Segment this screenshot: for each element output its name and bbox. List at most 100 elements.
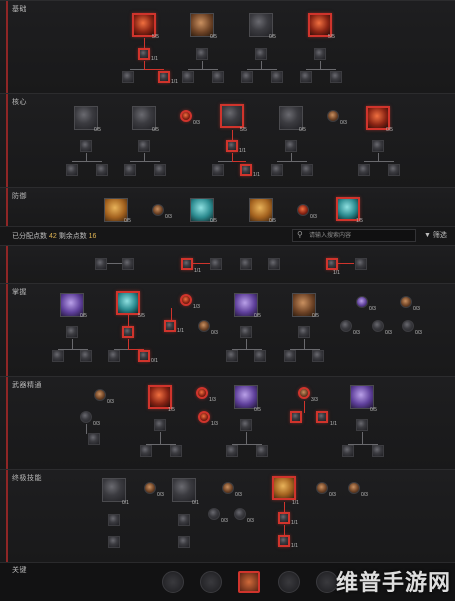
modifier-node[interactable] (52, 350, 64, 362)
modifier-node[interactable] (300, 71, 312, 83)
modifier-node[interactable] (268, 258, 280, 270)
modifier-node[interactable] (66, 164, 78, 176)
modifier-node[interactable] (138, 350, 150, 362)
skill-node[interactable] (222, 482, 234, 494)
modifier-node[interactable] (212, 71, 224, 83)
skill-node[interactable] (327, 110, 339, 122)
skill-node[interactable] (94, 389, 106, 401)
modifier-node[interactable] (316, 411, 328, 423)
skill-node[interactable] (400, 296, 412, 308)
modifier-node[interactable] (388, 164, 400, 176)
modifier-node[interactable] (255, 48, 267, 60)
modifier-node[interactable] (122, 326, 134, 338)
modifier-node[interactable] (108, 536, 120, 548)
modifier-node[interactable] (178, 536, 190, 548)
skill-node[interactable] (180, 294, 192, 306)
modifier-node[interactable] (66, 326, 78, 338)
modifier-node[interactable] (240, 164, 252, 176)
skill-node[interactable] (144, 482, 156, 494)
modifier-node[interactable] (80, 350, 92, 362)
modifier-node[interactable] (226, 445, 238, 457)
modifier-node[interactable] (158, 71, 170, 83)
modifier-node[interactable] (372, 320, 384, 332)
skill-node[interactable] (234, 385, 258, 409)
modifier-node[interactable] (312, 350, 324, 362)
modifier-node[interactable] (330, 71, 342, 83)
modifier-node[interactable] (240, 258, 252, 270)
modifier-node[interactable] (226, 350, 238, 362)
modifier-node[interactable] (290, 411, 302, 423)
skill-node[interactable] (116, 291, 140, 315)
modifier-node[interactable] (358, 164, 370, 176)
modifier-node[interactable] (80, 411, 92, 423)
modifier-node[interactable] (80, 140, 92, 152)
modifier-node[interactable] (124, 164, 136, 176)
modifier-node[interactable] (402, 320, 414, 332)
skill-node[interactable] (350, 385, 374, 409)
search-input[interactable] (309, 231, 413, 240)
skill-node[interactable] (180, 110, 192, 122)
modifier-node[interactable] (181, 258, 193, 270)
key-passive-slot[interactable] (316, 571, 338, 593)
skill-node[interactable] (316, 482, 328, 494)
skill-node[interactable] (297, 204, 309, 216)
key-passive-slot[interactable] (200, 571, 222, 593)
key-passive-slot[interactable] (278, 571, 300, 593)
modifier-node[interactable] (254, 350, 266, 362)
modifier-node[interactable] (196, 48, 208, 60)
modifier-node[interactable] (372, 445, 384, 457)
modifier-node[interactable] (108, 514, 120, 526)
modifier-node[interactable] (198, 320, 210, 332)
modifier-node[interactable] (140, 445, 152, 457)
modifier-node[interactable] (138, 140, 150, 152)
skill-node[interactable] (220, 104, 244, 128)
modifier-node[interactable] (340, 320, 352, 332)
modifier-node[interactable] (271, 71, 283, 83)
modifier-node[interactable] (226, 140, 238, 152)
modifier-node[interactable] (240, 419, 252, 431)
modifier-node[interactable] (284, 350, 296, 362)
modifier-node[interactable] (154, 164, 166, 176)
modifier-node[interactable] (198, 411, 210, 423)
modifier-node[interactable] (372, 140, 384, 152)
modifier-node[interactable] (170, 445, 182, 457)
modifier-node[interactable] (298, 326, 310, 338)
modifier-node[interactable] (122, 258, 134, 270)
modifier-node[interactable] (96, 164, 108, 176)
modifier-node[interactable] (278, 512, 290, 524)
modifier-node[interactable] (122, 71, 134, 83)
skill-node[interactable] (298, 387, 310, 399)
skill-node[interactable] (148, 385, 172, 409)
key-passive-slot[interactable] (162, 571, 184, 593)
skill-node[interactable] (102, 478, 126, 502)
modifier-node[interactable] (342, 445, 354, 457)
modifier-node[interactable] (256, 445, 268, 457)
skill-node[interactable] (356, 296, 368, 308)
skill-node[interactable] (348, 482, 360, 494)
key-passive-slot-selected[interactable] (238, 571, 260, 593)
modifier-node[interactable] (210, 258, 222, 270)
modifier-node[interactable] (164, 320, 176, 332)
modifier-node[interactable] (240, 326, 252, 338)
modifier-node[interactable] (301, 164, 313, 176)
modifier-node[interactable] (154, 419, 166, 431)
modifier-node[interactable] (314, 48, 326, 60)
modifier-node[interactable] (95, 258, 107, 270)
modifier-node[interactable] (208, 508, 220, 520)
modifier-node[interactable] (182, 71, 194, 83)
modifier-node[interactable] (88, 433, 100, 445)
modifier-node[interactable] (278, 535, 290, 547)
modifier-node[interactable] (326, 258, 338, 270)
modifier-node[interactable] (234, 508, 246, 520)
modifier-node[interactable] (271, 164, 283, 176)
modifier-node[interactable] (356, 419, 368, 431)
search-box[interactable]: ⚲ (292, 229, 416, 242)
skill-node[interactable] (196, 387, 208, 399)
filter-button[interactable]: ▼ 筛选 (424, 230, 447, 240)
modifier-node[interactable] (241, 71, 253, 83)
skill-node[interactable] (272, 476, 296, 500)
modifier-node[interactable] (138, 48, 150, 60)
modifier-node[interactable] (355, 258, 367, 270)
modifier-node[interactable] (212, 164, 224, 176)
modifier-node[interactable] (108, 350, 120, 362)
